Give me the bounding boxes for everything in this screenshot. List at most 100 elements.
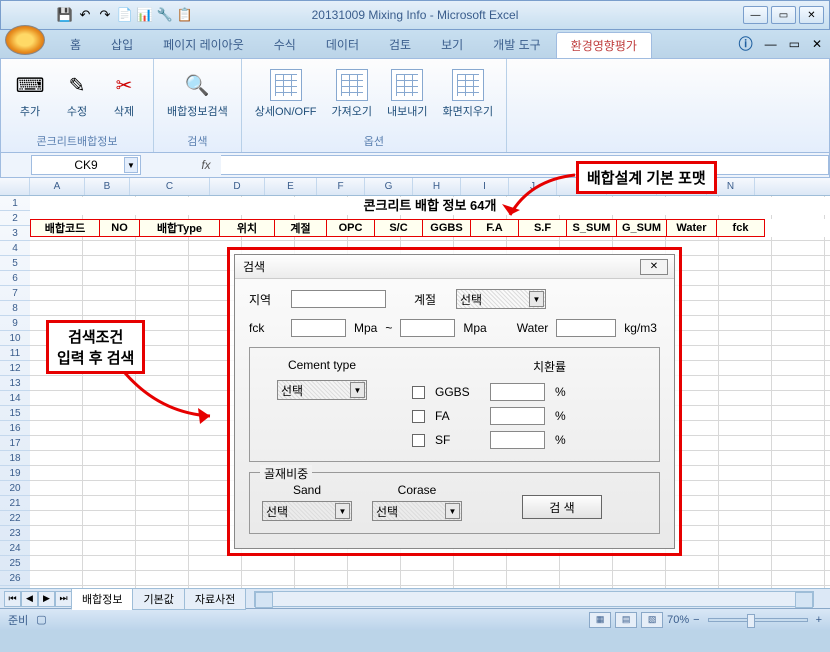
add-button[interactable]: ⌨ 추가 [9,66,51,122]
clear-button[interactable]: 화면지우기 [438,66,499,122]
tab-addin[interactable]: 환경영향평가 [556,32,652,58]
column-header[interactable] [0,178,30,195]
row-header[interactable]: 11 [0,346,30,361]
minimize-button[interactable]: — [743,6,768,24]
tab-layout[interactable]: 페이지 레이아웃 [148,31,259,58]
zoom-out-icon[interactable]: − [693,614,699,626]
sheet-nav-first-icon[interactable]: ⏮ [4,591,21,607]
row-header[interactable]: 15 [0,406,30,421]
zoom-slider[interactable] [708,618,808,622]
normal-view-icon[interactable]: ▦ [589,612,611,628]
qat-item-icon[interactable]: 📋 [176,6,194,24]
column-header[interactable]: C [130,178,210,195]
fa-input[interactable] [490,407,545,425]
row-header[interactable]: 24 [0,541,30,556]
tab-developer[interactable]: 개발 도구 [478,31,556,58]
row-header[interactable]: 25 [0,556,30,571]
tab-review[interactable]: 검토 [374,31,426,58]
detail-toggle-button[interactable]: 상세ON/OFF [250,66,322,122]
sheet-nav-last-icon[interactable]: ⏭ [55,591,72,607]
office-button[interactable] [5,25,45,55]
coarse-select[interactable]: 선택 ▼ [372,501,462,521]
row-header[interactable]: 16 [0,421,30,436]
zoom-thumb[interactable] [747,614,755,628]
row-header[interactable]: 4 [0,241,30,256]
row-header[interactable]: 10 [0,331,30,346]
tab-formula[interactable]: 수식 [259,31,311,58]
row-header[interactable]: 3 [0,226,30,241]
redo-icon[interactable]: ↷ [96,6,114,24]
sand-select[interactable]: 선택 ▼ [262,501,352,521]
column-header[interactable]: E [265,178,317,195]
mdi-restore-icon[interactable]: ▭ [789,37,800,51]
close-button[interactable]: ✕ [799,6,824,24]
chevron-down-icon[interactable]: ▼ [124,157,138,173]
dialog-titlebar[interactable]: 검색 ✕ [235,255,674,279]
sheet-nav-prev-icon[interactable]: ◀ [21,591,38,607]
chevron-down-icon[interactable]: ▼ [445,503,460,519]
tab-data[interactable]: 데이터 [311,31,374,58]
row-header[interactable]: 17 [0,436,30,451]
chevron-down-icon[interactable]: ▼ [350,382,365,398]
region-input[interactable] [291,290,386,308]
cement-type-select[interactable]: 선택 ▼ [277,380,367,400]
row-header[interactable]: 12 [0,361,30,376]
row-header[interactable]: 14 [0,391,30,406]
sheet-tab[interactable]: 기본값 [132,588,184,610]
import-button[interactable]: 가져오기 [327,66,377,122]
column-header[interactable]: A [30,178,85,195]
row-header[interactable]: 6 [0,271,30,286]
macro-record-icon[interactable]: ▢ [36,613,46,626]
close-icon[interactable]: ✕ [640,259,668,275]
water-input[interactable] [556,319,616,337]
tab-home[interactable]: 홈 [55,31,96,58]
fck-max-input[interactable] [400,319,455,337]
column-header[interactable]: B [85,178,130,195]
row-header[interactable]: 21 [0,496,30,511]
qat-item-icon[interactable]: 📊 [136,6,154,24]
export-button[interactable]: 내보내기 [382,66,432,122]
tab-insert[interactable]: 삽입 [96,31,148,58]
row-header[interactable]: 23 [0,526,30,541]
ggbs-input[interactable] [490,383,545,401]
undo-icon[interactable]: ↶ [76,6,94,24]
column-header[interactable]: F [317,178,365,195]
season-select[interactable]: 선택 ▼ [456,289,546,309]
row-header[interactable]: 13 [0,376,30,391]
row-header[interactable]: 18 [0,451,30,466]
edit-button[interactable]: ✎ 수정 [56,66,98,122]
column-header[interactable]: H [413,178,461,195]
fck-min-input[interactable] [291,319,346,337]
row-header[interactable]: 1 [0,196,30,211]
save-icon[interactable]: 💾 [56,6,74,24]
row-header[interactable]: 20 [0,481,30,496]
delete-button[interactable]: ✂ 삭제 [103,66,145,122]
ggbs-checkbox[interactable] [412,386,425,399]
pagebreak-view-icon[interactable]: ▧ [641,612,663,628]
row-header[interactable]: 19 [0,466,30,481]
sheet-tab[interactable]: 자료사전 [184,588,246,610]
sf-checkbox[interactable] [412,434,425,447]
chevron-down-icon[interactable]: ▼ [529,291,544,307]
fx-icon[interactable]: fx [191,158,221,172]
chevron-down-icon[interactable]: ▼ [335,503,350,519]
row-header[interactable]: 26 [0,571,30,586]
qat-item-icon[interactable]: 🔧 [156,6,174,24]
help-icon[interactable]: ⓘ [739,34,753,54]
row-header[interactable]: 22 [0,511,30,526]
qat-item-icon[interactable]: 📄 [116,6,134,24]
row-header[interactable]: 9 [0,316,30,331]
horizontal-scrollbar[interactable] [254,591,814,607]
fa-checkbox[interactable] [412,410,425,423]
column-header[interactable]: G [365,178,413,195]
sf-input[interactable] [490,431,545,449]
zoom-in-icon[interactable]: + [816,614,822,626]
row-header[interactable]: 7 [0,286,30,301]
sheet-nav-next-icon[interactable]: ▶ [38,591,55,607]
layout-view-icon[interactable]: ▤ [615,612,637,628]
tab-view[interactable]: 보기 [426,31,478,58]
row-header[interactable]: 5 [0,256,30,271]
maximize-button[interactable]: ▭ [771,6,796,24]
sheet-tab[interactable]: 배합정보 [71,588,133,610]
search-button[interactable]: 🔍 배합정보검색 [162,66,233,122]
